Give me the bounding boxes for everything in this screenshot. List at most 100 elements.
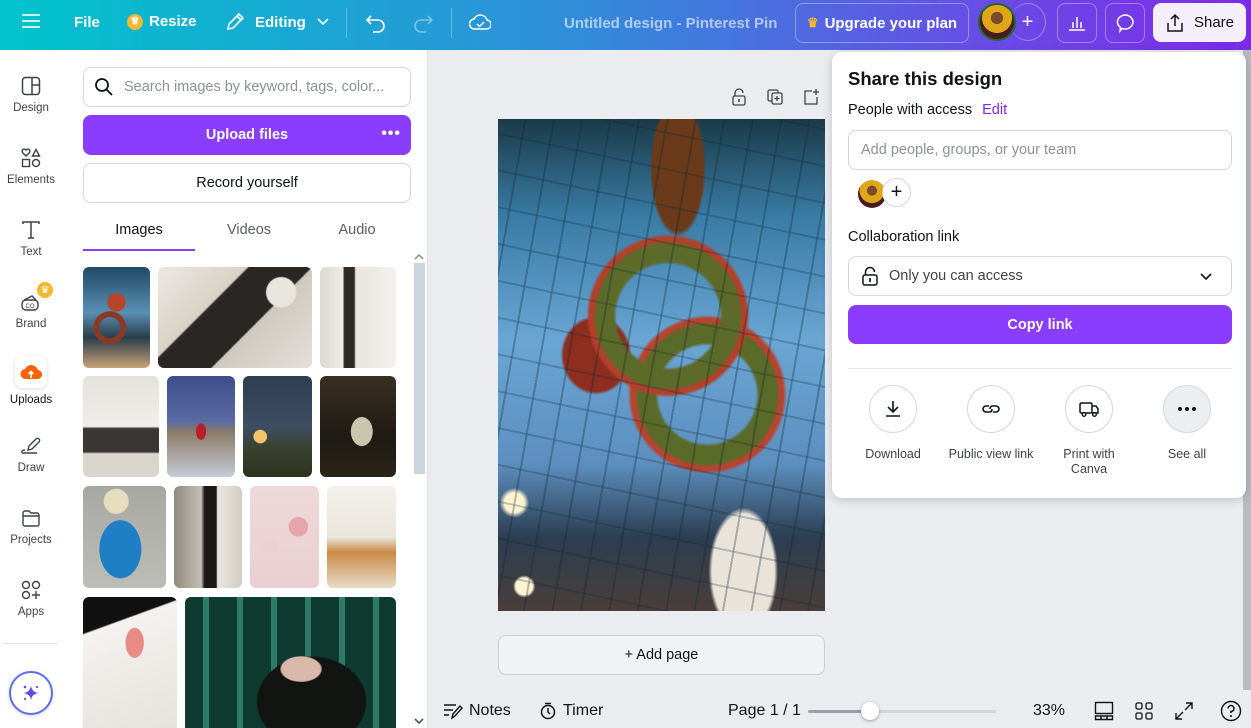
text-t-icon: [22, 221, 40, 239]
zoom-slider[interactable]: [808, 702, 996, 720]
image-thumbnail[interactable]: [158, 267, 312, 368]
lock-icon[interactable]: [730, 88, 748, 106]
rail-item-elements[interactable]: Elements: [0, 148, 62, 186]
upload-files-button[interactable]: Upload files •••: [83, 115, 411, 155]
top-bar: File ♛ Resize Editing Untitled design - …: [0, 0, 1251, 50]
magic-sparkle-icon: [23, 685, 39, 701]
plus-icon: +: [890, 181, 903, 203]
media-tabs: Images Videos Audio: [83, 215, 411, 251]
tab-audio[interactable]: Audio: [303, 215, 411, 251]
svg-text:CO: CO: [26, 304, 35, 310]
image-thumbnail[interactable]: [320, 267, 396, 368]
image-thumbnail[interactable]: [167, 376, 235, 477]
rail-item-uploads[interactable]: Uploads: [0, 356, 62, 406]
add-people-field[interactable]: [848, 130, 1232, 170]
undo-button[interactable]: [365, 13, 387, 33]
tab-videos[interactable]: Videos: [195, 215, 303, 251]
image-thumbnail[interactable]: [83, 486, 166, 588]
duplicate-page-icon[interactable]: [766, 88, 784, 106]
draw-pen-icon: [21, 437, 41, 454]
chevron-down-icon: [317, 18, 329, 26]
upload-more-options-button[interactable]: •••: [381, 125, 401, 143]
resize-button[interactable]: ♛ Resize: [127, 13, 197, 30]
main-menu-button[interactable]: [22, 13, 40, 29]
tab-images[interactable]: Images: [83, 215, 195, 251]
uploads-panel: Upload files ••• Record yourself Images …: [62, 50, 428, 728]
rail-item-draw[interactable]: Draw: [0, 436, 62, 474]
image-thumbnail[interactable]: [83, 376, 159, 477]
undo-icon: [365, 15, 385, 33]
insights-button[interactable]: [1057, 3, 1097, 43]
grid-view-button[interactable]: [1134, 701, 1154, 721]
print-with-canva-action[interactable]: Print with Canva: [1039, 385, 1139, 477]
rail-item-projects[interactable]: Projects: [0, 508, 62, 546]
image-thumbnail[interactable]: [174, 486, 242, 588]
see-all-action[interactable]: See all: [1137, 385, 1237, 462]
rail-item-brand[interactable]: CO Brand ♛: [0, 282, 62, 330]
save-status-button[interactable]: [469, 12, 491, 32]
popup-divider: [848, 368, 1232, 369]
image-thumbnail[interactable]: [327, 486, 396, 588]
magic-assistant-button[interactable]: [9, 671, 53, 715]
file-menu-button[interactable]: File: [74, 14, 100, 31]
share-popup-title: Share this design: [848, 68, 1003, 89]
edit-access-link[interactable]: Edit: [982, 102, 1007, 118]
redo-button[interactable]: [412, 13, 434, 33]
add-people-input[interactable]: [861, 142, 1221, 158]
add-collaborator-button[interactable]: +: [882, 178, 911, 207]
record-yourself-button[interactable]: Record yourself: [83, 163, 411, 203]
rail-item-design[interactable]: Design: [0, 76, 62, 114]
image-thumbnail[interactable]: [243, 376, 312, 477]
notes-button[interactable]: Notes: [443, 702, 511, 720]
upload-cloud-icon: [15, 356, 47, 388]
rail-item-apps[interactable]: Apps: [0, 580, 62, 618]
rail-item-text[interactable]: Text: [0, 220, 62, 258]
hamburger-menu-icon: [22, 14, 40, 28]
editing-mode-dropdown[interactable]: Editing: [225, 12, 330, 32]
share-upload-icon: [1167, 13, 1183, 32]
timer-icon: [540, 702, 556, 720]
scrollbar-thumb[interactable]: [414, 263, 425, 474]
design-image-glass-grid: [498, 119, 825, 611]
link-access-dropdown[interactable]: Only you can access: [848, 256, 1232, 296]
zoom-level-button[interactable]: 33%: [1033, 702, 1065, 720]
design-title[interactable]: Untitled design - Pinterest Pin: [564, 15, 777, 32]
add-page-button[interactable]: + Add page: [498, 635, 825, 675]
scroll-down-icon[interactable]: [412, 716, 426, 726]
add-page-icon[interactable]: [802, 88, 820, 106]
folder-icon: [22, 510, 40, 527]
bar-chart-icon: [1069, 17, 1085, 31]
comments-button[interactable]: [1105, 3, 1145, 43]
elements-shapes-icon: [21, 148, 41, 168]
search-input[interactable]: [124, 79, 394, 95]
page-indicator[interactable]: Page 1 / 1: [728, 702, 801, 720]
share-button[interactable]: Share: [1153, 3, 1246, 42]
image-thumbnail[interactable]: [83, 597, 177, 728]
cloud-check-icon: [469, 14, 491, 30]
public-view-link-action[interactable]: Public view link: [941, 385, 1041, 462]
rail-divider: [4, 643, 58, 644]
page-view-button[interactable]: [1094, 701, 1114, 721]
zoom-slider-knob[interactable]: [861, 702, 880, 720]
crown-badge-icon: ♛: [37, 282, 53, 298]
image-thumbnail[interactable]: [185, 597, 396, 728]
panel-scrollbar[interactable]: [412, 252, 426, 728]
image-search-box[interactable]: [83, 67, 411, 107]
image-thumbnail[interactable]: [250, 486, 319, 588]
help-button[interactable]: [1220, 700, 1242, 722]
fullscreen-button[interactable]: [1174, 701, 1194, 721]
image-thumbnail[interactable]: [83, 267, 150, 368]
image-thumbnail[interactable]: [320, 376, 396, 477]
design-page[interactable]: [498, 119, 825, 611]
upgrade-plan-button[interactable]: ♛ Upgrade your plan: [795, 3, 969, 43]
copy-link-button[interactable]: Copy link: [848, 305, 1232, 344]
grid-view-icon: [1135, 702, 1153, 720]
notes-icon: [444, 704, 463, 720]
scroll-up-icon[interactable]: [412, 252, 426, 262]
side-rail: Design Elements Text CO Brand ♛ Uploads …: [0, 50, 62, 728]
design-layout-icon: [21, 76, 41, 96]
timer-button[interactable]: Timer: [539, 702, 603, 720]
chevron-down-icon: [1200, 273, 1212, 281]
invite-people-button[interactable]: +: [1010, 3, 1046, 41]
download-action[interactable]: Download: [843, 385, 943, 462]
